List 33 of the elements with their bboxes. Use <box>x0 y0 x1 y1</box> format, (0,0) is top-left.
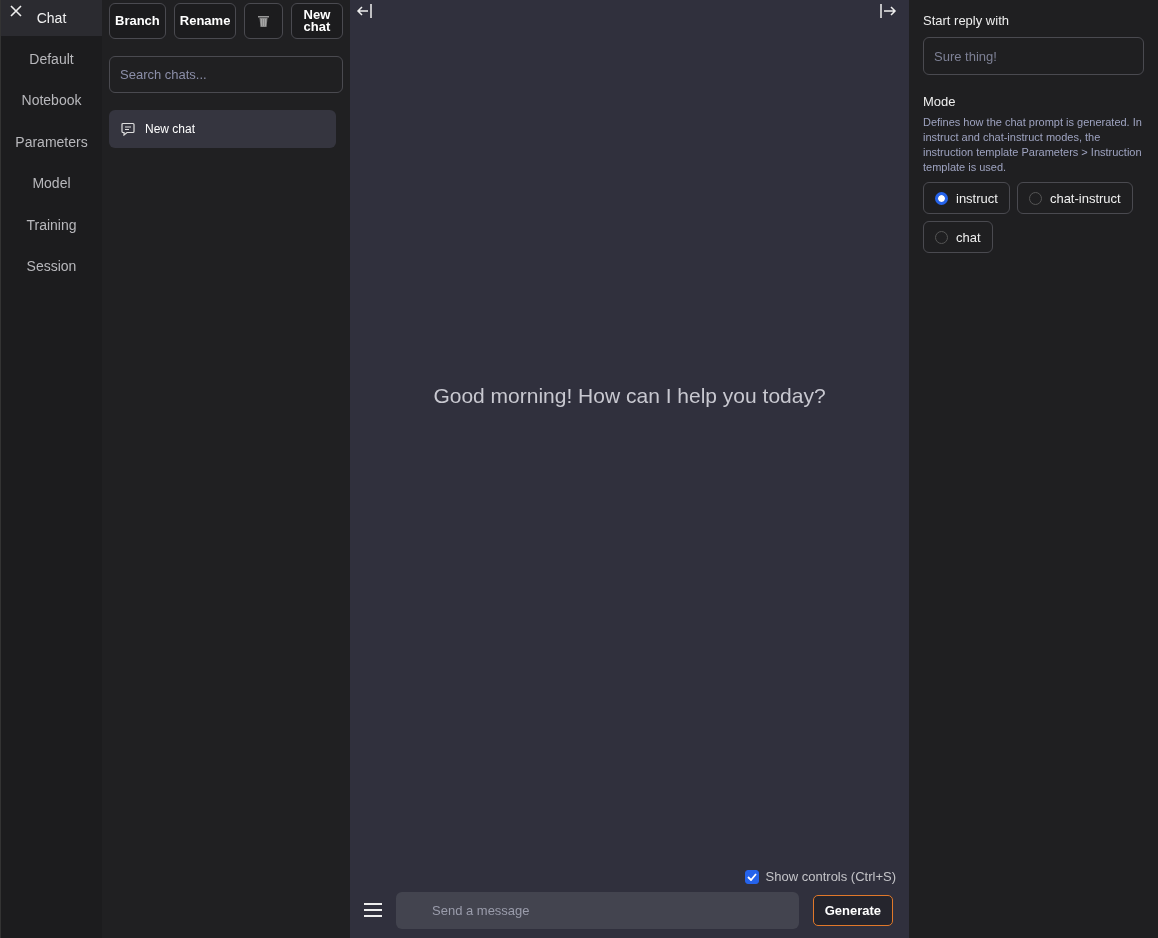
chat-action-button[interactable]: New chat <box>290 3 343 39</box>
nav-tab[interactable]: Model <box>1 162 102 204</box>
nav-tab[interactable]: Default <box>1 38 102 80</box>
nav-tab[interactable]: Chat <box>1 0 102 36</box>
menu-icon[interactable] <box>364 902 382 918</box>
mode-radio-option[interactable]: instruct <box>923 182 1010 214</box>
close-icon[interactable] <box>10 5 22 17</box>
chat-action-button[interactable]: Branch <box>109 3 166 39</box>
checkbox[interactable] <box>744 869 759 884</box>
field-label: Start reply with <box>923 13 1010 28</box>
collapse-right-icon[interactable] <box>879 3 897 19</box>
message-input[interactable]: Send a message <box>396 891 799 929</box>
checkbox-label: Show controls (Ctrl+S) <box>765 869 896 884</box>
nav-tab[interactable]: Parameters <box>1 121 102 163</box>
chat-action-button[interactable]: Rename <box>173 3 237 39</box>
trash-icon <box>258 15 270 27</box>
start-reply-field[interactable]: Sure thing! <box>923 37 1144 75</box>
nav-tab[interactable]: Training <box>1 204 102 246</box>
mode-radio-option[interactable]: chat <box>923 221 993 253</box>
search-field[interactable]: Search chats... <box>109 56 343 93</box>
generate-button[interactable]: Generate <box>812 894 893 926</box>
chat-bubble-icon <box>121 122 135 136</box>
delete-button[interactable] <box>244 3 283 39</box>
mode-radio-option[interactable]: chat-instruct <box>1016 182 1133 214</box>
nav-tab[interactable]: Session <box>1 245 102 287</box>
mode-description: Defines how the chat prompt is generated. In instruct and chat-instruct modes, the instruction template Parameters > Instruction template is used. <box>923 115 1143 175</box>
collapse-left-icon[interactable] <box>356 3 374 19</box>
chat-title: New chat <box>145 122 196 136</box>
radio-button[interactable] <box>935 191 948 205</box>
greeting-text: Good morning! How can I help you today? <box>433 384 826 408</box>
nav-tab[interactable]: Notebook <box>1 79 102 121</box>
chat-list-item[interactable]: New chat <box>109 110 336 148</box>
field-label: Mode <box>923 94 957 109</box>
